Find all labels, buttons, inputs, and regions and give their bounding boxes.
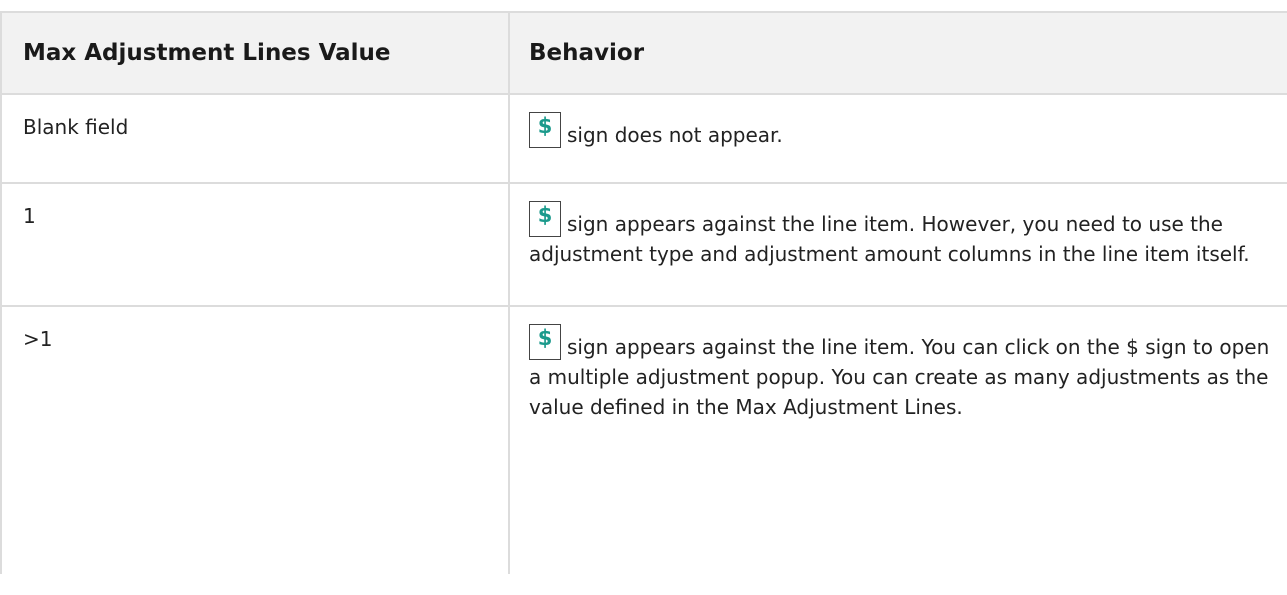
dollar-sign-icon: $ (529, 324, 561, 360)
behavior-cell: $ sign appears against the line item. How… (508, 182, 1287, 307)
max-adjustment-lines-table: Max Adjustment Lines Value Behavior Blan… (0, 11, 1287, 574)
value-cell: 1 (0, 182, 510, 307)
table-header-row: Max Adjustment Lines Value Behavior (0, 11, 1287, 95)
table-row: >1 $ sign appears against the line item. … (0, 305, 1287, 574)
behavior-cell: $ sign does not appear. (508, 93, 1287, 184)
column-header-value: Max Adjustment Lines Value (0, 11, 510, 95)
behavior-text: sign appears against the line item. Howe… (529, 212, 1250, 266)
value-cell: >1 (0, 305, 510, 574)
table-row: 1 $ sign appears against the line item. H… (0, 182, 1287, 307)
column-header-behavior: Behavior (508, 11, 1287, 95)
behavior-text: sign does not appear. (567, 123, 783, 147)
dollar-sign-icon: $ (529, 112, 561, 148)
dollar-sign-icon: $ (529, 201, 561, 237)
table-row: Blank field $ sign does not appear. (0, 93, 1287, 184)
value-cell: Blank field (0, 93, 510, 184)
behavior-cell: $ sign appears against the line item. You… (508, 305, 1287, 574)
behavior-text: sign appears against the line item. You … (529, 335, 1270, 419)
